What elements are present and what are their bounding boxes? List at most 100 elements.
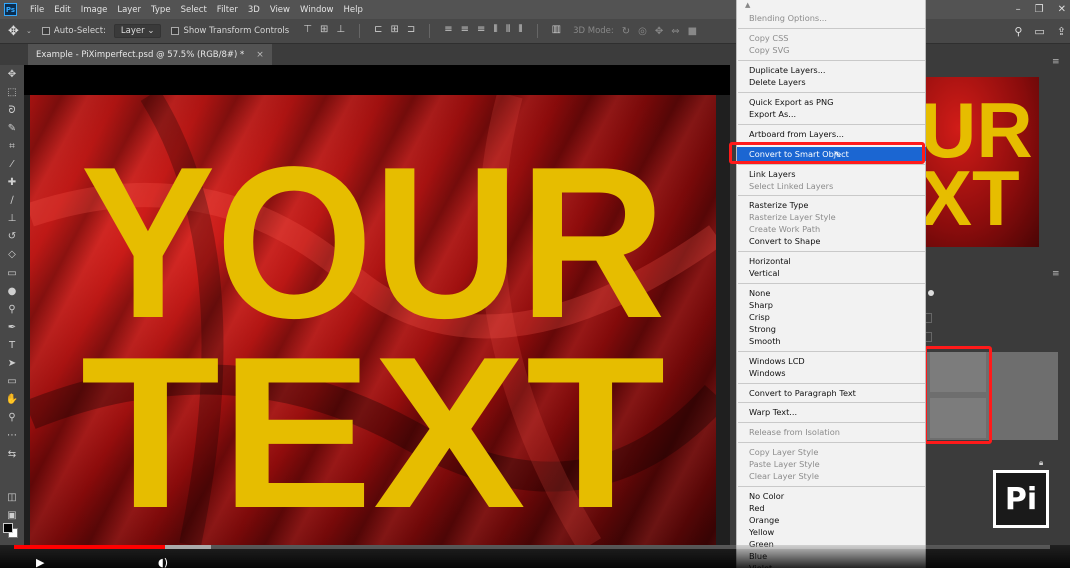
minimize-icon[interactable]: –: [1016, 4, 1021, 15]
menu-item-smooth[interactable]: Smooth: [749, 335, 781, 347]
distribute-hcenter-icon[interactable]: ⦀: [506, 24, 510, 38]
gradient-tool-icon[interactable]: ▭: [0, 264, 24, 282]
menu-3d[interactable]: 3D: [243, 5, 265, 15]
type-tool-icon[interactable]: T: [0, 336, 24, 354]
3d-pan-icon[interactable]: ✥: [655, 26, 663, 37]
eyedropper-tool-icon[interactable]: ⁄: [0, 155, 24, 173]
eraser-tool-icon[interactable]: ◇: [0, 246, 24, 264]
zoom-tool-icon[interactable]: ⚲: [0, 409, 24, 427]
close-window-icon[interactable]: ✕: [1058, 4, 1066, 15]
search-icon[interactable]: ⚲: [1014, 25, 1022, 38]
distribute-left-icon[interactable]: ⦀: [493, 24, 497, 38]
3d-orbit-icon[interactable]: ↻: [622, 26, 630, 37]
panel-menu-icon[interactable]: ≡: [1052, 269, 1060, 279]
quick-mask-icon[interactable]: ◫: [0, 488, 24, 506]
pen-tool-icon[interactable]: ✒: [0, 318, 24, 336]
menu-item-link-layers[interactable]: Link Layers: [749, 168, 795, 180]
align-top-icon[interactable]: ⊤: [303, 24, 312, 38]
menu-item-warp-text[interactable]: Warp Text...: [749, 406, 797, 418]
brush-tool-icon[interactable]: ∕: [0, 192, 24, 210]
distribute-top-icon[interactable]: ≡: [444, 24, 452, 38]
healing-brush-icon[interactable]: ✚: [0, 174, 24, 192]
move-tool-icon[interactable]: ✥: [0, 65, 24, 83]
distribute-right-icon[interactable]: ⦀: [518, 24, 522, 38]
distribute-bottom-icon[interactable]: ≡: [477, 24, 485, 38]
menu-item-strong[interactable]: Strong: [749, 323, 776, 335]
menu-file[interactable]: File: [25, 5, 49, 15]
3d-scale-icon[interactable]: ■: [688, 26, 697, 37]
menu-item-delete-layers[interactable]: Delete Layers: [749, 76, 806, 88]
menu-item-orange[interactable]: Orange: [749, 514, 779, 526]
auto-align-icon[interactable]: ▥: [552, 24, 561, 38]
menu-item-rasterize-type[interactable]: Rasterize Type: [749, 199, 808, 211]
3d-slide-icon[interactable]: ⇔: [671, 26, 679, 37]
menu-item-export-as[interactable]: Export As...: [749, 108, 796, 120]
menu-item-horizontal[interactable]: Horizontal: [749, 255, 791, 267]
menu-item-vertical[interactable]: Vertical: [749, 267, 780, 279]
scroll-up-icon[interactable]: ▲: [745, 1, 750, 9]
path-select-icon[interactable]: ➤: [0, 355, 24, 373]
restore-icon[interactable]: ❐: [1035, 4, 1044, 15]
align-hcenter-icon[interactable]: ⊞: [390, 24, 398, 38]
artwork-text-line2[interactable]: TEXT: [81, 311, 666, 545]
menu-view[interactable]: View: [265, 5, 295, 15]
align-right-icon[interactable]: ⊐: [407, 24, 415, 38]
play-icon[interactable]: ▶: [36, 556, 44, 568]
menu-item-windows[interactable]: Windows: [749, 367, 786, 379]
history-brush-icon[interactable]: ↺: [0, 228, 24, 246]
crop-tool-icon[interactable]: ⌗: [0, 137, 24, 155]
artwork-canvas[interactable]: YOUR TEXT: [30, 95, 716, 545]
menu-select[interactable]: Select: [176, 5, 212, 15]
video-progress-track[interactable]: [14, 545, 1050, 549]
rectangle-tool-icon[interactable]: ▭: [0, 373, 24, 391]
menu-item-artboard-from-layers[interactable]: Artboard from Layers...: [749, 128, 844, 140]
menu-item-convert-to-paragraph-text[interactable]: Convert to Paragraph Text: [749, 387, 856, 399]
menu-type[interactable]: Type: [146, 5, 176, 15]
menu-filter[interactable]: Filter: [212, 5, 243, 15]
menu-item-crisp[interactable]: Crisp: [749, 311, 770, 323]
menu-item-windows-lcd[interactable]: Windows LCD: [749, 355, 805, 367]
slider-knob[interactable]: [928, 290, 934, 296]
tool-preset-chevron-icon[interactable]: ⌄: [26, 27, 32, 35]
menu-item-none[interactable]: None: [749, 287, 770, 299]
document-tab[interactable]: Example - PiXimperfect.psd @ 57.5% (RGB/…: [28, 44, 272, 65]
more-tools-icon[interactable]: ⋯: [0, 427, 24, 445]
lasso-tool-icon[interactable]: ᘐ: [0, 101, 24, 119]
distribute-vcenter-icon[interactable]: ≡: [461, 24, 469, 38]
menu-item-sharp[interactable]: Sharp: [749, 299, 773, 311]
edit-toolbar-icon[interactable]: ⇆: [0, 445, 24, 463]
auto-select-checkbox[interactable]: [41, 27, 50, 35]
menu-item-yellow[interactable]: Yellow: [749, 526, 774, 538]
share-icon[interactable]: ⇪: [1057, 25, 1066, 38]
auto-select-dropdown[interactable]: Layer ⌄: [113, 24, 162, 38]
marquee-tool-icon[interactable]: ⬚: [0, 83, 24, 101]
menu-layer[interactable]: Layer: [112, 5, 146, 15]
hand-tool-icon[interactable]: ✋: [0, 391, 24, 409]
panel-menu-icon[interactable]: ≡: [1052, 57, 1060, 67]
menu-image[interactable]: Image: [76, 5, 113, 15]
navigator-thumbnail[interactable]: UR XT: [924, 77, 1039, 247]
foreground-color-swatch[interactable]: [3, 523, 13, 533]
menu-help[interactable]: Help: [339, 5, 368, 15]
workspace-icon[interactable]: ▭: [1034, 25, 1044, 38]
align-vcenter-icon[interactable]: ⊞: [320, 24, 328, 38]
3d-roll-icon[interactable]: ◎: [638, 26, 647, 37]
menu-item-red[interactable]: Red: [749, 502, 765, 514]
close-document-icon[interactable]: ×: [256, 50, 264, 60]
dodge-tool-icon[interactable]: ⚲: [0, 300, 24, 318]
volume-icon[interactable]: ◖): [158, 556, 168, 568]
move-tool-icon[interactable]: ✥: [8, 24, 26, 39]
blur-tool-icon[interactable]: ●: [0, 282, 24, 300]
menu-item-convert-to-shape[interactable]: Convert to Shape: [749, 235, 820, 247]
canvas-area[interactable]: YOUR TEXT: [24, 65, 730, 545]
align-bottom-icon[interactable]: ⊥: [336, 24, 345, 38]
menu-item-no-color[interactable]: No Color: [749, 490, 784, 502]
menu-edit[interactable]: Edit: [49, 5, 75, 15]
menu-item-quick-export-as-png[interactable]: Quick Export as PNG: [749, 96, 833, 108]
screen-mode-icon[interactable]: ▣: [0, 506, 24, 524]
menu-window[interactable]: Window: [295, 5, 339, 15]
menu-item-duplicate-layers[interactable]: Duplicate Layers...: [749, 64, 826, 76]
quick-select-tool-icon[interactable]: ✎: [0, 119, 24, 137]
show-transform-checkbox[interactable]: [171, 27, 180, 35]
align-left-icon[interactable]: ⊏: [374, 24, 382, 38]
